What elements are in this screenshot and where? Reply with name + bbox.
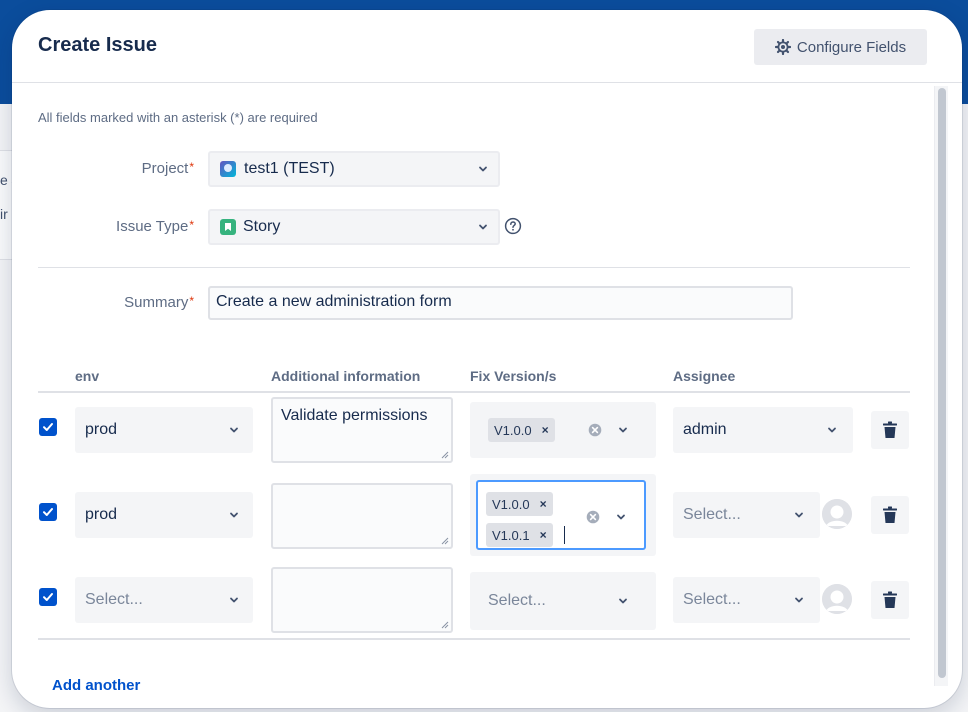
check-icon bbox=[43, 593, 53, 601]
project-icon bbox=[220, 161, 236, 177]
avatar-placeholder-icon bbox=[822, 499, 852, 529]
remove-tag-icon[interactable]: × bbox=[540, 528, 547, 542]
gear-icon bbox=[774, 39, 791, 55]
assignee-placeholder: Select... bbox=[683, 506, 741, 523]
row-checkbox[interactable] bbox=[39, 588, 57, 606]
env-select[interactable]: Select... bbox=[75, 577, 253, 623]
required-asterisk: * bbox=[189, 294, 194, 308]
create-issue-modal: Create Issue Configure Fields All fields… bbox=[12, 10, 962, 708]
fix-versions-select[interactable]: Select... bbox=[470, 572, 656, 630]
trash-icon bbox=[883, 421, 897, 438]
text-cursor bbox=[564, 526, 565, 544]
delete-row-button[interactable] bbox=[871, 581, 909, 619]
trash-icon bbox=[883, 506, 897, 523]
section-divider bbox=[38, 267, 910, 268]
env-placeholder: Select... bbox=[85, 591, 143, 608]
issue-type-value: Story bbox=[243, 218, 281, 235]
env-select[interactable]: prod bbox=[75, 407, 253, 453]
additional-info-textarea[interactable] bbox=[271, 483, 453, 549]
project-label: Project* bbox=[141, 160, 194, 177]
version-tag: V1.0.0 × bbox=[486, 492, 553, 516]
column-header-additional: Additional information bbox=[271, 368, 421, 384]
chevron-down-icon bbox=[795, 512, 803, 518]
chevron-down-icon bbox=[617, 514, 625, 520]
version-tag: V1.0.0 × bbox=[488, 418, 555, 442]
clear-icon[interactable] bbox=[588, 423, 602, 437]
remove-tag-icon[interactable]: × bbox=[542, 423, 549, 437]
summary-input[interactable]: Create a new administration form bbox=[208, 286, 793, 320]
chevron-down-icon bbox=[230, 427, 238, 433]
table-footer-divider bbox=[38, 638, 910, 640]
remove-tag-icon[interactable]: × bbox=[540, 497, 547, 511]
column-header-assignee: Assignee bbox=[673, 368, 736, 384]
assignee-select[interactable]: Select... bbox=[673, 577, 820, 623]
additional-info-value: Validate permissions bbox=[281, 407, 428, 424]
chevron-down-icon bbox=[230, 512, 238, 518]
assignee-select[interactable]: Select... bbox=[673, 492, 820, 538]
configure-fields-label: Configure Fields bbox=[796, 38, 907, 56]
chevron-down-icon bbox=[230, 597, 238, 603]
resize-grip-icon[interactable] bbox=[441, 451, 449, 459]
chevron-down-icon bbox=[619, 427, 627, 433]
fix-versions-select[interactable]: V1.0.0 × V1.0.1 × bbox=[470, 474, 656, 556]
fix-versions-control[interactable]: V1.0.0 × V1.0.1 × bbox=[476, 480, 646, 550]
check-icon bbox=[43, 423, 53, 431]
issue-type-select[interactable]: Story bbox=[208, 209, 500, 245]
fix-versions-control[interactable]: V1.0.0 × bbox=[476, 408, 650, 452]
trash-icon bbox=[883, 591, 897, 608]
required-asterisk: * bbox=[189, 160, 194, 174]
scrollbar-thumb[interactable] bbox=[938, 88, 946, 678]
column-header-fix-versions: Fix Version/s bbox=[470, 368, 557, 384]
project-select[interactable]: test1 (TEST) bbox=[208, 151, 500, 187]
modal-header: Create Issue Configure Fields bbox=[12, 10, 962, 83]
required-asterisk: * bbox=[189, 218, 194, 232]
fix-versions-control[interactable]: Select... bbox=[476, 578, 650, 624]
assignee-placeholder: Select... bbox=[683, 591, 741, 608]
version-tag-label: V1.0.0 bbox=[494, 422, 532, 438]
required-note: All fields marked with an asterisk (*) a… bbox=[38, 110, 318, 125]
version-tag-label: V1.0.1 bbox=[492, 527, 530, 543]
summary-label: Summary* bbox=[124, 294, 194, 311]
help-icon[interactable] bbox=[504, 217, 522, 235]
resize-grip-icon[interactable] bbox=[441, 537, 449, 545]
delete-row-button[interactable] bbox=[871, 411, 909, 449]
column-header-env: env bbox=[75, 368, 100, 384]
table-header-divider bbox=[38, 391, 910, 393]
version-tag: V1.0.1 × bbox=[486, 523, 553, 547]
check-icon bbox=[43, 508, 53, 516]
delete-row-button[interactable] bbox=[871, 496, 909, 534]
configure-fields-button[interactable]: Configure Fields bbox=[754, 29, 927, 65]
issue-type-label: Issue Type* bbox=[116, 218, 194, 235]
chevron-down-icon bbox=[479, 166, 487, 172]
story-icon bbox=[220, 219, 236, 235]
fix-versions-select[interactable]: V1.0.0 × bbox=[470, 402, 656, 458]
row-checkbox[interactable] bbox=[39, 418, 57, 436]
assignee-value: admin bbox=[683, 421, 727, 438]
add-another-link[interactable]: Add another bbox=[52, 677, 140, 694]
resize-grip-icon[interactable] bbox=[441, 621, 449, 629]
project-value: test1 (TEST) bbox=[244, 160, 335, 177]
chevron-down-icon bbox=[619, 598, 627, 604]
background-text: ir bbox=[0, 206, 8, 222]
additional-info-textarea[interactable] bbox=[271, 567, 453, 633]
chevron-down-icon bbox=[479, 224, 487, 230]
env-value: prod bbox=[85, 506, 118, 523]
modal-title: Create Issue bbox=[38, 34, 157, 56]
row-checkbox[interactable] bbox=[39, 503, 57, 521]
fix-versions-placeholder: Select... bbox=[488, 592, 546, 609]
env-value: prod bbox=[85, 421, 118, 438]
assignee-select[interactable]: admin bbox=[673, 407, 853, 453]
clear-icon[interactable] bbox=[586, 510, 600, 524]
version-tag-label: V1.0.0 bbox=[492, 496, 530, 512]
additional-info-textarea[interactable]: Validate permissions bbox=[271, 397, 453, 463]
avatar-placeholder-icon bbox=[822, 584, 852, 614]
chevron-down-icon bbox=[828, 427, 836, 433]
chevron-down-icon bbox=[795, 597, 803, 603]
env-select[interactable]: prod bbox=[75, 492, 253, 538]
modal-scrollbar[interactable] bbox=[934, 86, 948, 686]
